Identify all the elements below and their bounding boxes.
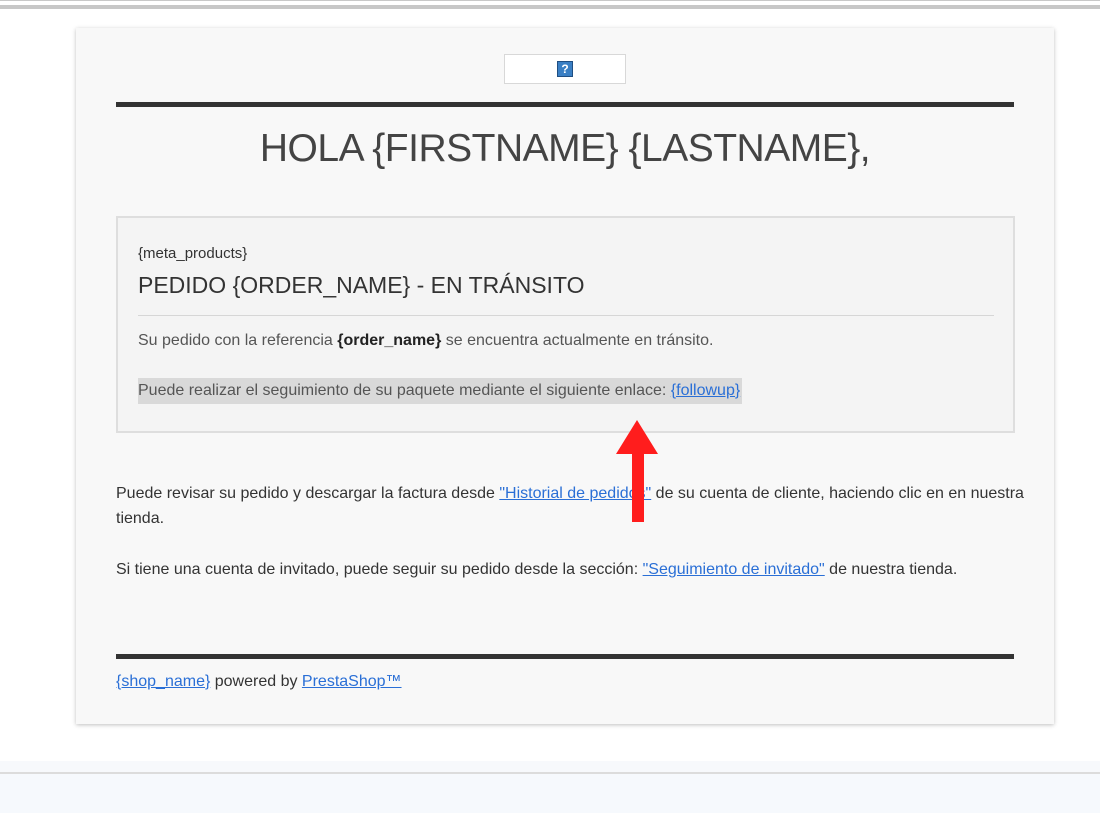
followup-link[interactable]: {followup} <box>671 382 740 399</box>
shop-logo: ? <box>504 54 626 84</box>
prestashop-link[interactable]: PrestaShop™ <box>302 673 402 690</box>
top-border-line <box>0 5 1100 9</box>
order-name-variable: {order_name} <box>337 332 442 349</box>
header-rule <box>116 102 1014 107</box>
question-mark-icon: ? <box>557 61 573 77</box>
order-status-box: {meta_products} PEDIDO {ORDER_NAME} - EN… <box>116 216 1015 433</box>
email-preview-card: ? HOLA {FIRSTNAME} {LASTNAME}, {meta_pro… <box>76 28 1054 724</box>
guest-tracking-paragraph: Si tiene una cuenta de invitado, puede s… <box>116 561 958 578</box>
email-footer: {shop_name} powered by PrestaShop™ <box>116 673 402 690</box>
red-arrow-up-icon <box>616 420 658 522</box>
meta-products-label: {meta_products} <box>138 245 248 262</box>
order-history-paragraph: Puede revisar su pedido y descargar la f… <box>116 485 1024 527</box>
order-status-title: PEDIDO {ORDER_NAME} - EN TRÁNSITO <box>138 272 585 298</box>
greeting-heading: HOLA {FIRSTNAME} {LASTNAME}, <box>259 127 871 170</box>
guest-tracking-link[interactable]: "Seguimiento de invitado" <box>643 561 825 578</box>
shop-name-link[interactable]: {shop_name} <box>116 673 210 690</box>
order-reference-text: Su pedido con la referencia {order_name}… <box>138 332 714 349</box>
order-divider <box>138 315 994 316</box>
bottom-area <box>0 774 1100 813</box>
footer-rule <box>116 654 1014 659</box>
tracking-text-highlighted: Puede realizar el seguimiento de su paqu… <box>138 378 743 404</box>
